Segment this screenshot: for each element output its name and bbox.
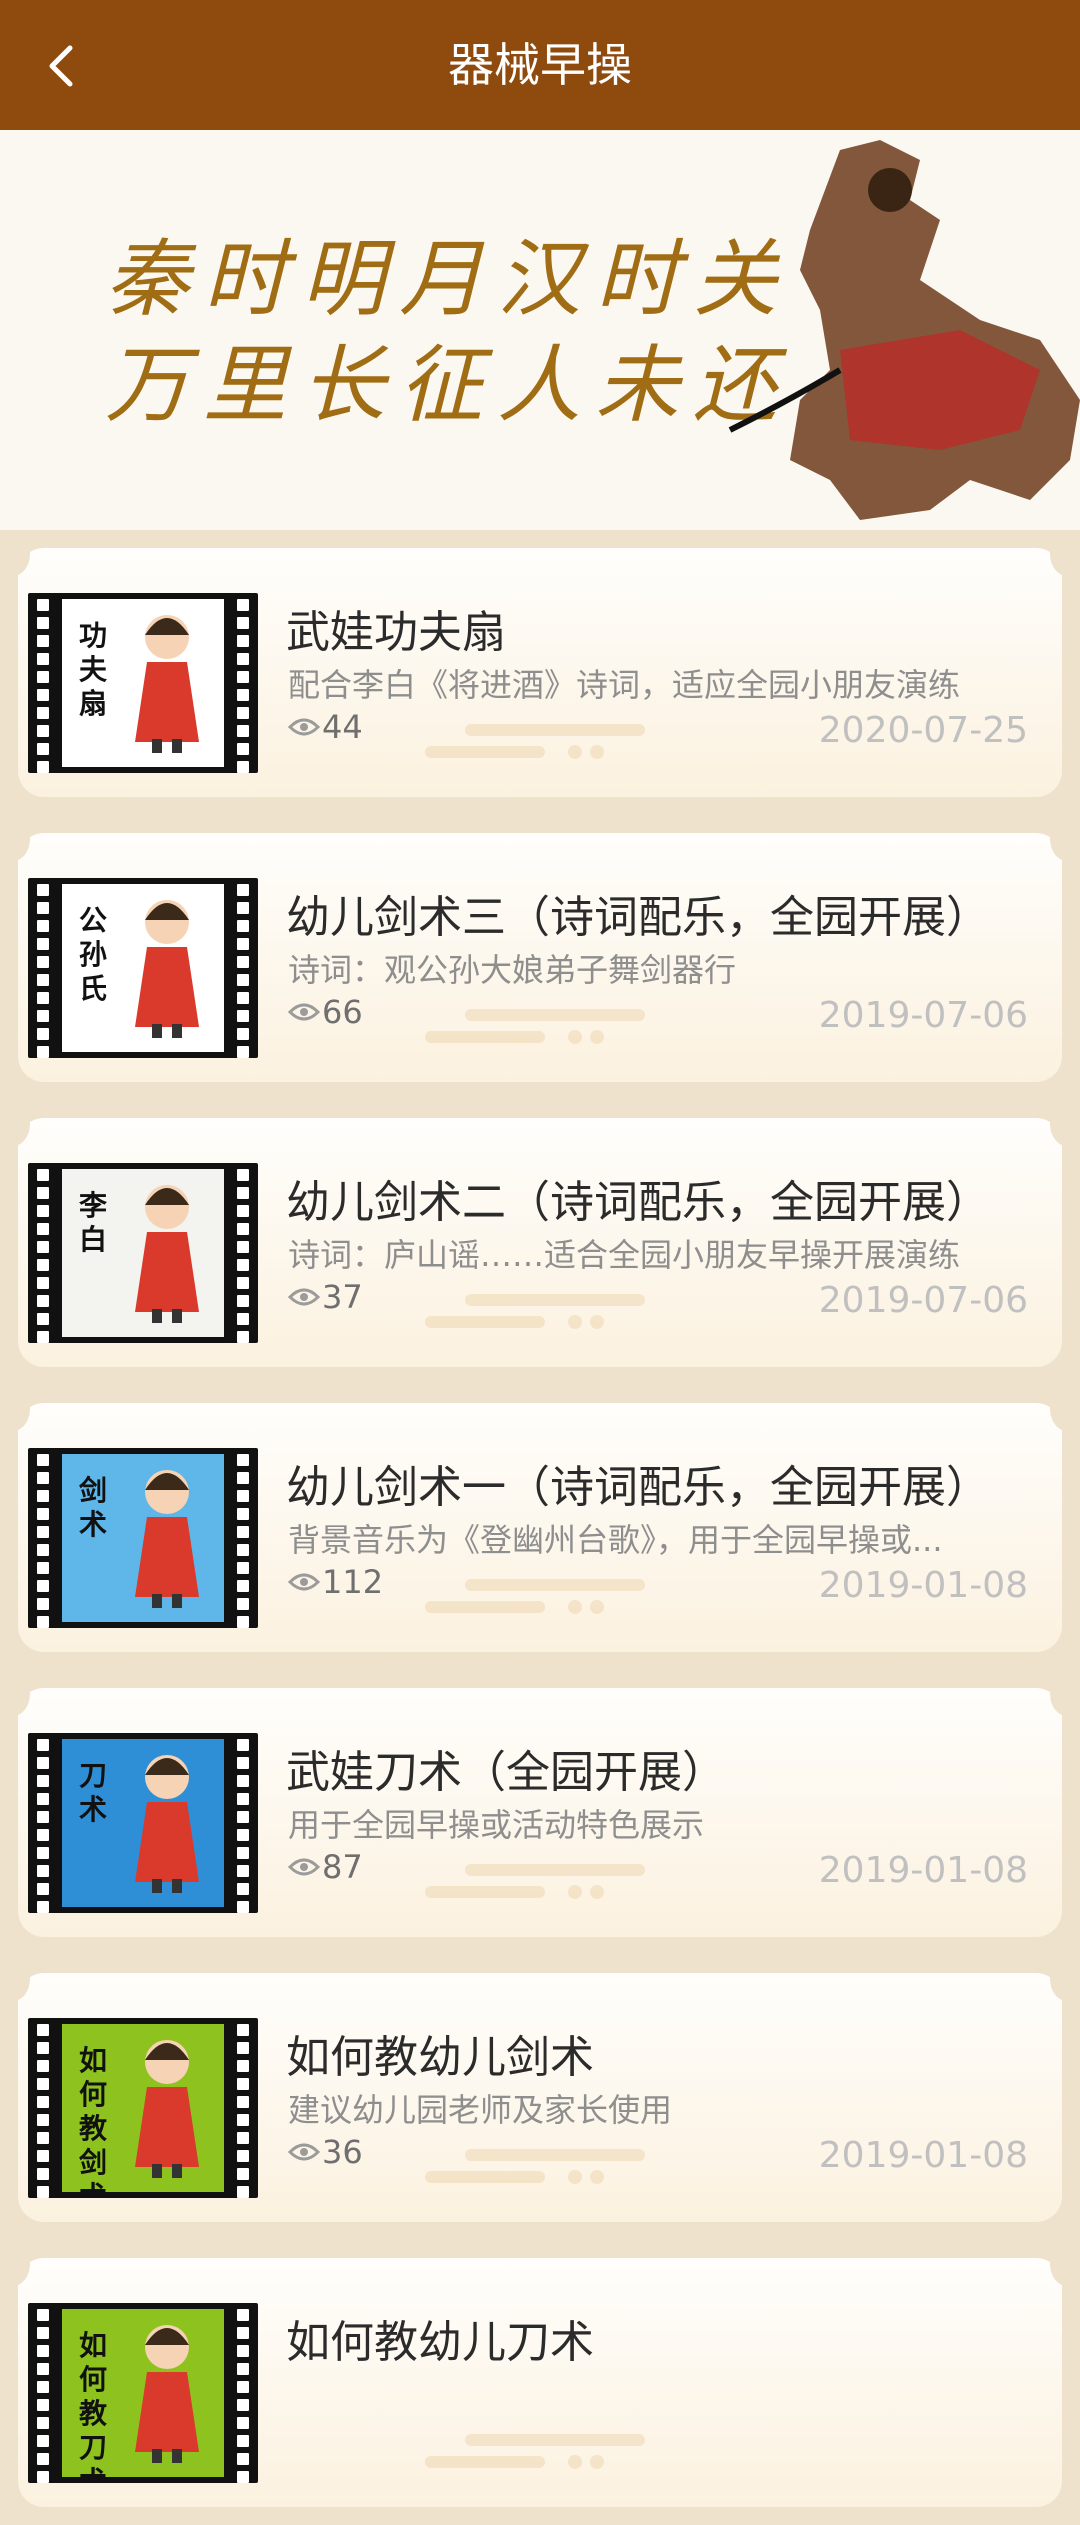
video-thumbnail[interactable]: 如何教剑术: [28, 2018, 258, 2198]
thumbnail-text: 公孙氏: [78, 904, 107, 1005]
banner-line-2: 万里长征人未还: [105, 336, 792, 434]
item-description: 背景音乐为《登幽州台歌》，用于全园早操或...: [288, 1521, 943, 1559]
list-item[interactable]: 如何教剑术 如何教幼儿剑术 建议幼儿园老师及家长使用 36 2019-01-08: [0, 1955, 1080, 2240]
item-title: 武娃功夫扇: [286, 607, 506, 658]
eye-icon: [288, 718, 320, 736]
item-date: 2019-01-08: [818, 2135, 1028, 2176]
cloud-decoration: [425, 1864, 645, 1899]
banner-line-1: 秦时明月汉时关: [105, 230, 792, 328]
thumbnail-art: 公孙氏: [62, 884, 224, 1052]
thumbnail-text: 李白: [78, 1189, 107, 1256]
item-title: 如何教幼儿刀术: [286, 2317, 594, 2368]
list-item[interactable]: 李白 幼儿剑术二（诗词配乐，全园开展） 诗词：庐山谣……适合全园小朋友早操开展演…: [0, 1100, 1080, 1385]
list-item[interactable]: 剑术 幼儿剑术一（诗词配乐，全园开展） 背景音乐为《登幽州台歌》，用于全园早操或…: [0, 1385, 1080, 1670]
thumbnail-text: 刀术: [78, 1759, 107, 1826]
item-description: 诗词：庐山谣……适合全园小朋友早操开展演练: [288, 1236, 961, 1274]
page-title: 器械早操: [448, 38, 632, 92]
video-thumbnail[interactable]: 李白: [28, 1163, 258, 1343]
view-count-value: 112: [322, 1563, 384, 1601]
banner-image[interactable]: 秦时明月汉时关 万里长征人未还: [0, 130, 1080, 530]
video-thumbnail[interactable]: 公孙氏: [28, 878, 258, 1058]
eye-icon: [288, 1858, 320, 1876]
thumbnail-text: 剑术: [78, 1474, 107, 1541]
top-bar: 器械早操: [0, 0, 1080, 130]
item-date: 2019-01-08: [818, 1850, 1028, 1891]
thumbnail-art: 剑术: [62, 1454, 224, 1622]
list-item[interactable]: 公孙氏 幼儿剑术三（诗词配乐，全园开展） 诗词：观公孙大娘弟子舞剑器行 66 2…: [0, 815, 1080, 1100]
cartoon-character-icon: [135, 1185, 199, 1323]
cloud-decoration: [425, 2434, 645, 2469]
list-item[interactable]: 如何教刀术 如何教幼儿刀术: [0, 2240, 1080, 2525]
eye-icon: [288, 1003, 320, 1021]
thumbnail-text: 如何教剑术: [78, 2044, 107, 2192]
cloud-decoration: [425, 1294, 645, 1329]
item-date: 2019-07-06: [818, 1280, 1028, 1321]
item-description: 配合李白《将进酒》诗词，适应全园小朋友演练: [288, 666, 961, 704]
cloud-decoration: [425, 1579, 645, 1614]
eye-icon: [288, 1573, 320, 1591]
view-count: 66: [288, 993, 363, 1031]
list-item[interactable]: 功夫扇 武娃功夫扇 配合李白《将进酒》诗词，适应全园小朋友演练 44 2020-…: [0, 530, 1080, 815]
cloud-decoration: [425, 1009, 645, 1044]
item-description: 诗词：观公孙大娘弟子舞剑器行: [288, 951, 737, 989]
cartoon-character-icon: [135, 2040, 199, 2178]
item-date: 2019-01-08: [818, 1565, 1028, 1606]
item-title: 幼儿剑术一（诗词配乐，全园开展）: [286, 1462, 990, 1513]
cartoon-character-icon: [135, 1470, 199, 1608]
cartoon-character-icon: [135, 900, 199, 1038]
item-title: 如何教幼儿剑术: [286, 2032, 594, 2083]
thumbnail-art: 李白: [62, 1169, 224, 1337]
view-count-value: 66: [322, 993, 363, 1031]
view-count-value: 87: [322, 1848, 363, 1886]
thumbnail-art: 如何教刀术: [62, 2309, 224, 2477]
item-date: 2020-07-25: [818, 710, 1028, 751]
eye-icon: [288, 2143, 320, 2161]
list-item[interactable]: 刀术 武娃刀术（全园开展） 用于全园早操或活动特色展示 87 2019-01-0…: [0, 1670, 1080, 1955]
thumbnail-text: 如何教刀术: [78, 2329, 107, 2477]
view-count: 112: [288, 1563, 383, 1601]
item-title: 幼儿剑术二（诗词配乐，全园开展）: [286, 1177, 990, 1228]
cartoon-character-icon: [135, 1755, 199, 1893]
shadow-puppet-illustration: [728, 140, 1080, 520]
video-thumbnail[interactable]: 功夫扇: [28, 593, 258, 773]
view-count: 44: [288, 708, 363, 746]
eye-icon: [288, 1288, 320, 1306]
video-thumbnail[interactable]: 如何教刀术: [28, 2303, 258, 2483]
thumbnail-art: 刀术: [62, 1739, 224, 1907]
view-count-value: 44: [322, 708, 363, 746]
item-description: 建议幼儿园老师及家长使用: [288, 2091, 673, 2129]
view-count-value: 37: [322, 1278, 363, 1316]
banner-poem: 秦时明月汉时关 万里长征人未还: [105, 226, 791, 438]
view-count-value: 36: [322, 2133, 363, 2171]
video-thumbnail[interactable]: 剑术: [28, 1448, 258, 1628]
item-description: 用于全园早操或活动特色展示: [288, 1806, 705, 1844]
thumbnail-text: 功夫扇: [78, 619, 107, 720]
item-title: 武娃刀术（全园开展）: [286, 1747, 726, 1798]
view-count: 37: [288, 1278, 363, 1316]
thumbnail-art: 如何教剑术: [62, 2024, 224, 2192]
item-date: 2019-07-06: [818, 995, 1028, 1036]
cloud-decoration: [425, 724, 645, 759]
video-thumbnail[interactable]: 刀术: [28, 1733, 258, 1913]
cloud-decoration: [425, 2149, 645, 2184]
item-title: 幼儿剑术三（诗词配乐，全园开展）: [286, 892, 990, 943]
view-count: 36: [288, 2133, 363, 2171]
cartoon-character-icon: [135, 615, 199, 753]
thumbnail-art: 功夫扇: [62, 599, 224, 767]
view-count: 87: [288, 1848, 363, 1886]
